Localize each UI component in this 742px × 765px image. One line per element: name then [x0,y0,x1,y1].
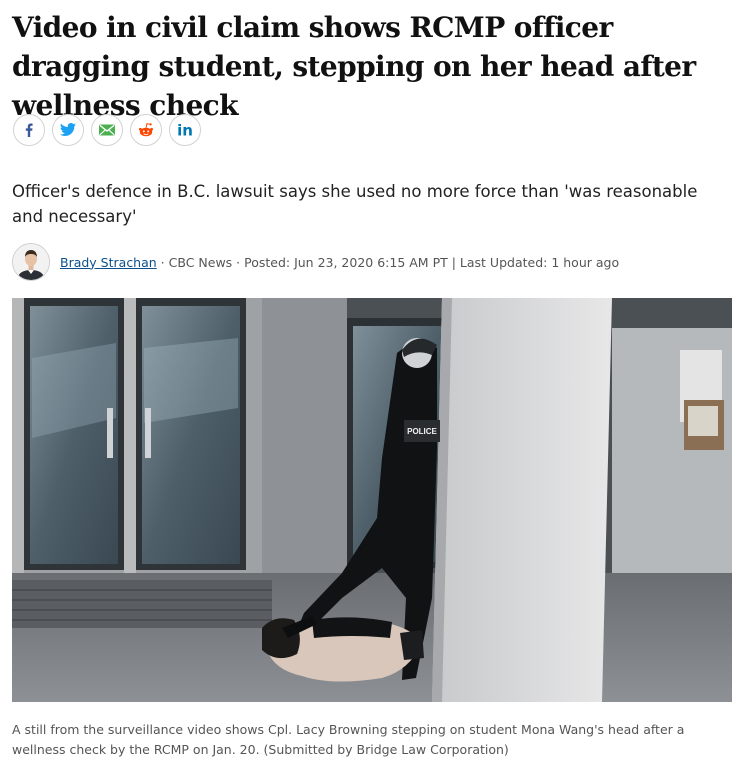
byline-separator: | [447,254,460,270]
police-patch-text: POLICE [407,427,437,436]
posted-timestamp: Posted: Jun 23, 2020 6:15 AM PT [244,254,448,270]
linkedin-icon: in [177,122,193,138]
email-icon [99,124,115,136]
facebook-icon [25,123,33,137]
byline-separator: · [232,254,245,270]
byline: Brady Strachan · CBC News · Posted: Jun … [12,241,619,283]
share-facebook-button[interactable] [13,114,45,146]
share-linkedin-button[interactable]: in [169,114,201,146]
author-avatar[interactable] [12,243,50,281]
article-headline: Video in civil claim shows RCMP officer … [12,11,696,122]
author-link[interactable]: Brady Strachan [60,255,157,270]
share-email-button[interactable] [91,114,123,146]
outlet-name: CBC News [168,254,233,270]
article-dek: Officer's defence in B.C. lawsuit says s… [12,182,698,226]
updated-timestamp: Last Updated: 1 hour ago [459,254,620,270]
reddit-icon [139,122,153,137]
byline-meta: Brady Strachan · CBC News · Posted: Jun … [60,255,619,270]
twitter-icon [60,123,76,136]
byline-separator: · [156,254,169,270]
svg-text:in: in [177,122,193,138]
article-photo: POLICE [12,298,732,702]
photo-caption: A still from the surveillance video show… [12,722,685,757]
share-reddit-button[interactable] [130,114,162,146]
share-bar: in [13,114,201,146]
share-twitter-button[interactable] [52,114,84,146]
